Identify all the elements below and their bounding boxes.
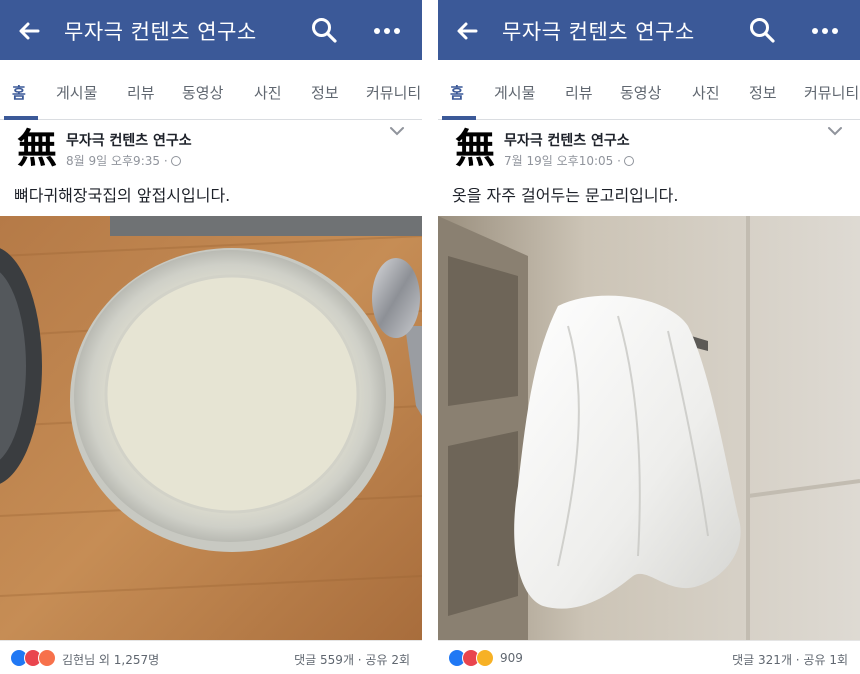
back-arrow-icon[interactable] (16, 18, 42, 44)
post-page-name[interactable]: 무자극 컨텐츠 연구소 (504, 130, 630, 150)
post-photo[interactable] (438, 216, 860, 640)
post-page-name[interactable]: 무자극 컨텐츠 연구소 (66, 130, 192, 150)
post-caption: 뼈다귀해장국집의 앞접시입니다. (14, 186, 231, 205)
page-title: 무자극 컨텐츠 연구소 (64, 20, 257, 44)
search-icon[interactable] (310, 16, 338, 44)
globe-icon (170, 156, 181, 166)
chevron-down-icon[interactable] (388, 124, 406, 138)
more-icon[interactable] (810, 20, 840, 42)
post-screen-right: 무자극 컨텐츠 연구소 홈 게시물 리뷰 동영상 사진 정보 커뮤니티 無 무자… (438, 0, 860, 674)
tab-posts[interactable]: 게시물 (56, 82, 97, 103)
top-bar: 무자극 컨텐츠 연구소 (438, 0, 860, 60)
avatar[interactable]: 無 (14, 126, 60, 172)
post-photo[interactable] (0, 216, 422, 640)
tab-about[interactable]: 정보 (311, 82, 339, 103)
post-timestamp: 8월 9일 오후9:35 · (66, 154, 168, 168)
tab-photos[interactable]: 사진 (254, 82, 282, 103)
tab-videos[interactable]: 동영상 (620, 82, 661, 103)
tab-posts[interactable]: 게시물 (494, 82, 535, 103)
tab-bar: 홈 게시물 리뷰 동영상 사진 정보 커뮤니티 (0, 60, 422, 120)
more-icon[interactable] (372, 20, 402, 42)
tab-bar: 홈 게시물 리뷰 동영상 사진 정보 커뮤니티 (438, 60, 860, 120)
chevron-down-icon[interactable] (826, 124, 844, 138)
tab-community[interactable]: 커뮤니티 (366, 82, 421, 103)
back-arrow-icon[interactable] (454, 18, 480, 44)
tab-reviews[interactable]: 리뷰 (127, 82, 155, 103)
post-meta: 7월 19일 오후10:05 · (504, 152, 634, 169)
post-screen-left: 무자극 컨텐츠 연구소 홈 게시물 리뷰 동영상 사진 정보 커뮤니티 無 무자… (0, 0, 422, 674)
post-caption: 옷을 자주 걸어두는 문고리입니다. (452, 186, 679, 205)
angry-icon (38, 649, 56, 667)
tab-photos[interactable]: 사진 (692, 82, 720, 103)
post-footer: 909 댓글 321개 · 공유 1회 (438, 640, 860, 674)
divider (422, 0, 438, 674)
haha-icon (476, 649, 494, 667)
search-icon[interactable] (748, 16, 776, 44)
reaction-summary[interactable]: 909 (500, 651, 523, 665)
post-stats[interactable]: 댓글 559개 · 공유 2회 (294, 651, 410, 668)
tab-about[interactable]: 정보 (749, 82, 777, 103)
tab-videos[interactable]: 동영상 (182, 82, 223, 103)
top-bar: 무자극 컨텐츠 연구소 (0, 0, 422, 60)
post-header: 無 무자극 컨텐츠 연구소 8월 9일 오후9:35 · 뼈다귀해장국집의 앞접… (0, 120, 422, 216)
globe-icon (623, 156, 634, 166)
post-meta: 8월 9일 오후9:35 · (66, 152, 181, 169)
tab-community[interactable]: 커뮤니티 (804, 82, 859, 103)
tab-reviews[interactable]: 리뷰 (565, 82, 593, 103)
tab-home[interactable]: 홈 (450, 82, 464, 103)
post-footer: 김현님 외 1,257명 댓글 559개 · 공유 2회 (0, 640, 422, 674)
tab-home[interactable]: 홈 (12, 82, 26, 103)
page-title: 무자극 컨텐츠 연구소 (502, 20, 695, 44)
post-stats[interactable]: 댓글 321개 · 공유 1회 (732, 651, 848, 668)
reaction-summary[interactable]: 김현님 외 1,257명 (62, 651, 159, 668)
post-header: 無 무자극 컨텐츠 연구소 7월 19일 오후10:05 · 옷을 자주 걸어두… (438, 120, 860, 216)
post-timestamp: 7월 19일 오후10:05 · (504, 154, 621, 168)
avatar[interactable]: 無 (452, 126, 498, 172)
